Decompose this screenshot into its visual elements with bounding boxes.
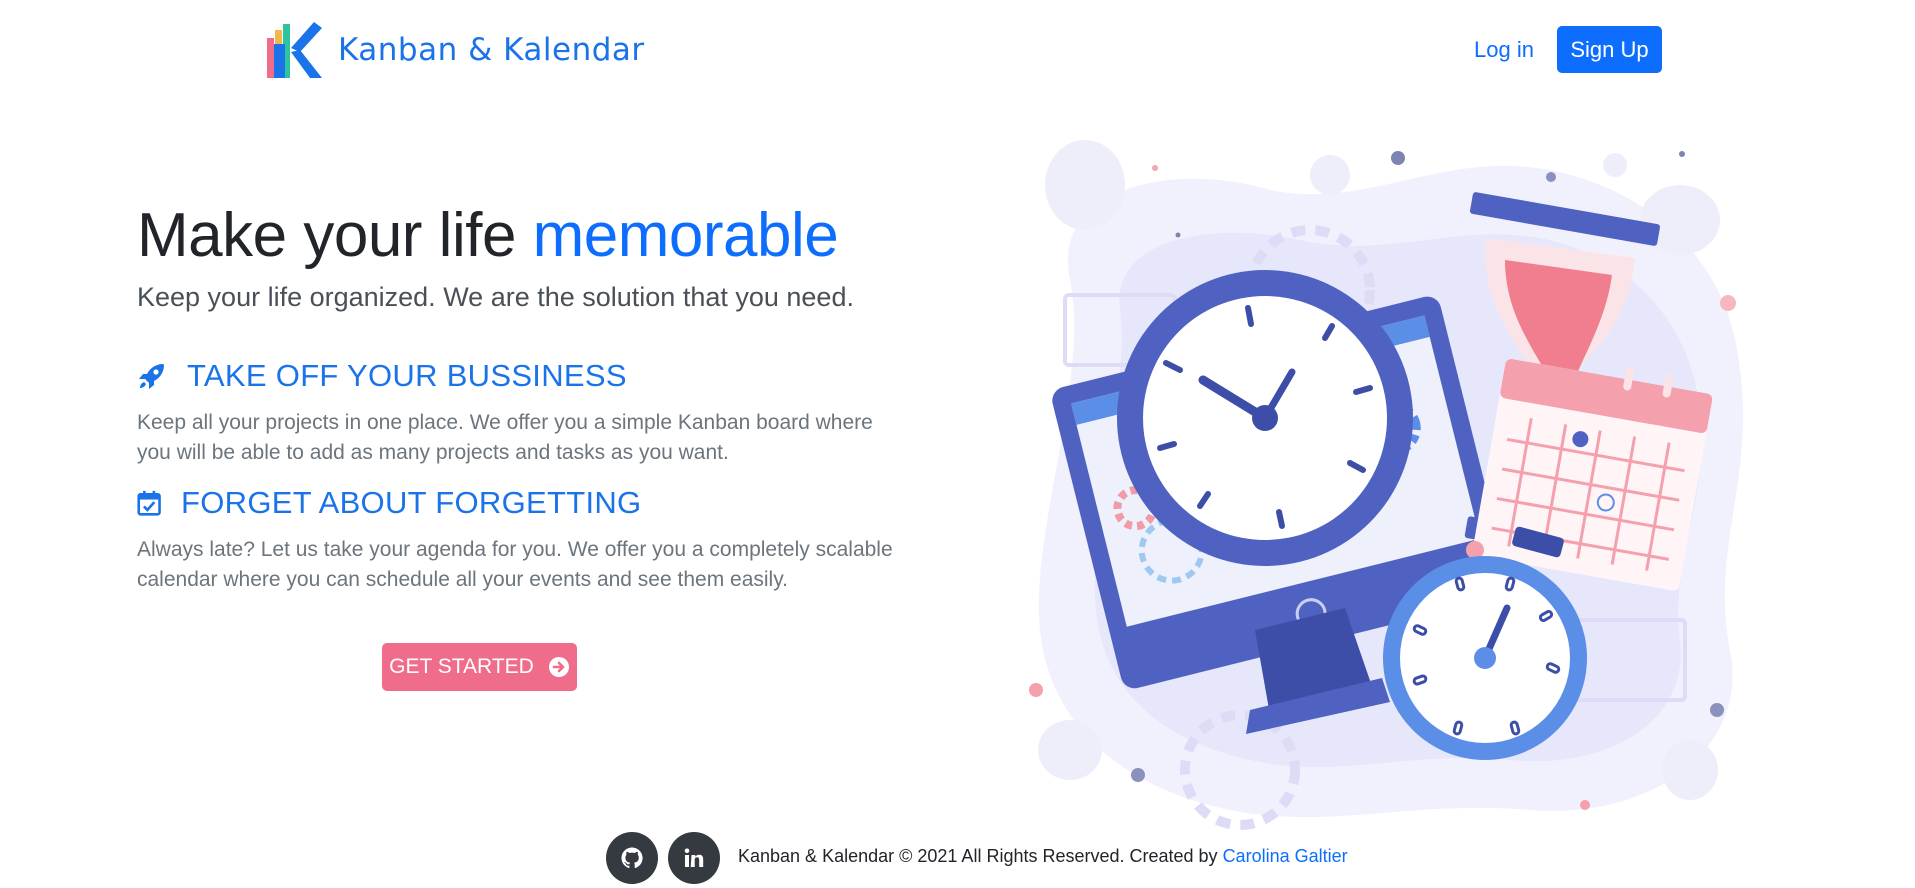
k-logo-icon [267, 22, 322, 78]
hero: Make your life memorable Keep your life … [137, 200, 917, 313]
time-management-illustration [1029, 140, 1744, 830]
hero-title: Make your life memorable [137, 200, 917, 272]
hero-title-part1: Make your life [137, 201, 533, 270]
hero-subtitle: Keep your life organized. We are the sol… [137, 282, 854, 312]
github-icon [621, 847, 643, 869]
feature-title: FORGET ABOUT FORGETTING [181, 485, 642, 520]
get-started-label: GET STARTED [389, 655, 534, 678]
linkedin-link[interactable] [668, 832, 720, 884]
calendar-check-icon [137, 490, 161, 516]
author-link[interactable]: Carolina Galtier [1223, 846, 1348, 866]
feature-business: TAKE OFF YOUR BUSSINESS Keep all your pr… [137, 358, 917, 468]
feature-forgetting: FORGET ABOUT FORGETTING Always late? Let… [137, 485, 917, 595]
feature-text: Always late? Let us take your agenda for… [137, 538, 893, 591]
feature-text: Keep all your projects in one place. We … [137, 411, 873, 464]
feature-head: FORGET ABOUT FORGETTING [137, 485, 917, 521]
signup-button[interactable]: Sign Up [1557, 26, 1662, 73]
footer: Kanban & Kalendar © 2021 All Rights Rese… [0, 826, 1915, 888]
login-link[interactable]: Log in [1462, 30, 1546, 70]
github-link[interactable] [606, 832, 658, 884]
rocket-icon [139, 364, 164, 389]
brand-link[interactable]: Kanban & Kalendar [264, 18, 645, 82]
copyright: Kanban & Kalendar © 2021 All Rights Rese… [738, 846, 1348, 867]
copyright-text: Kanban & Kalendar © 2021 All Rights Rese… [738, 846, 1223, 866]
feature-head: TAKE OFF YOUR BUSSINESS [137, 358, 917, 394]
linkedin-icon [684, 848, 704, 867]
arrow-circle-right-icon [548, 657, 569, 677]
get-started-button[interactable]: GET STARTED [382, 643, 577, 691]
navbar: Kanban & Kalendar Log in Sign Up [0, 0, 1915, 100]
hero-title-accent: memorable [532, 201, 839, 270]
brand-name: Kanban & Kalendar [338, 32, 645, 68]
feature-title: TAKE OFF YOUR BUSSINESS [187, 358, 627, 393]
